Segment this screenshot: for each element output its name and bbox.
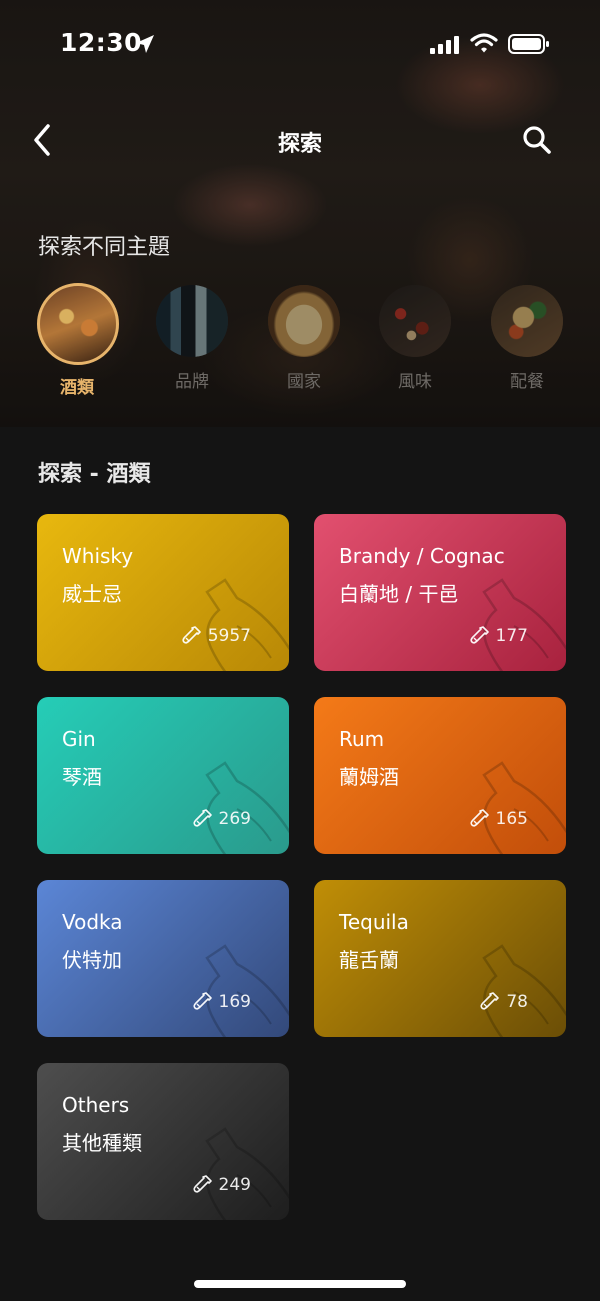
theme-selector: 酒類 品牌 國家 風味 配餐	[0, 283, 600, 405]
bottle-icon	[468, 808, 490, 834]
theme-country[interactable]: 國家	[264, 285, 344, 392]
category-name: Rum	[339, 727, 385, 751]
theme-country-image	[268, 285, 340, 357]
bottle-icon	[180, 625, 202, 651]
bottle-watermark-icon	[197, 757, 289, 854]
category-subname: 琴酒	[62, 765, 102, 789]
location-arrow-icon	[136, 35, 154, 53]
navigation-bar: 探索	[0, 110, 600, 170]
category-card-tequila[interactable]: Tequila 龍舌蘭 78	[314, 880, 566, 1037]
bottle-watermark-icon	[197, 940, 289, 1037]
bottle-watermark-icon	[197, 574, 289, 671]
theme-flavor[interactable]: 風味	[375, 285, 455, 392]
category-card-gin[interactable]: Gin 琴酒 269	[37, 697, 289, 854]
category-card-vodka[interactable]: Vodka 伏特加 169	[37, 880, 289, 1037]
category-name: Whisky	[62, 544, 134, 568]
search-icon[interactable]	[521, 124, 553, 156]
theme-pairing-image	[491, 285, 563, 357]
category-count: 249	[218, 1175, 251, 1195]
theme-label: 酒類	[60, 378, 94, 398]
theme-liquor-image	[37, 283, 119, 365]
theme-label: 風味	[398, 372, 432, 392]
category-count: 78	[506, 992, 528, 1012]
category-name: Brandy / Cognac	[339, 544, 505, 568]
status-time: 12:30	[60, 28, 143, 57]
category-count: 165	[495, 809, 528, 829]
bottle-watermark-icon	[474, 574, 566, 671]
category-name: Gin	[62, 727, 96, 751]
theme-brand-image	[156, 285, 228, 357]
home-indicator	[194, 1280, 406, 1288]
category-name: Others	[62, 1093, 130, 1117]
category-name: Vodka	[62, 910, 123, 934]
bottle-watermark-icon	[474, 940, 566, 1037]
theme-liquor[interactable]: 酒類	[37, 283, 119, 398]
bottle-watermark-icon	[197, 1123, 289, 1220]
category-subname: 蘭姆酒	[339, 765, 399, 789]
bottle-watermark-icon	[474, 757, 566, 854]
category-list-title: 探索 - 酒類	[38, 462, 151, 487]
bottle-icon	[468, 625, 490, 651]
category-card-brandy[interactable]: Brandy / Cognac 白蘭地 / 干邑 177	[314, 514, 566, 671]
hero-background: 12:30 探索 探索不同主題 酒類 品牌 國家 風味 配餐	[0, 0, 600, 427]
category-card-others[interactable]: Others 其他種類 249	[37, 1063, 289, 1220]
theme-pairing[interactable]: 配餐	[487, 285, 567, 392]
theme-brand[interactable]: 品牌	[152, 285, 232, 392]
status-bar: 12:30	[0, 0, 600, 90]
category-count: 177	[495, 626, 528, 646]
wifi-icon	[470, 33, 498, 53]
category-subname: 龍舌蘭	[339, 948, 399, 972]
bottle-icon	[191, 808, 213, 834]
theme-label: 品牌	[175, 372, 209, 392]
category-card-rum[interactable]: Rum 蘭姆酒 165	[314, 697, 566, 854]
category-subname: 伏特加	[62, 948, 122, 972]
theme-label: 國家	[287, 372, 321, 392]
bottle-icon	[191, 991, 213, 1017]
category-subname: 白蘭地 / 干邑	[339, 582, 459, 606]
category-count: 169	[218, 992, 251, 1012]
category-subname: 其他種類	[62, 1131, 142, 1155]
bottle-icon	[191, 1174, 213, 1200]
category-count: 269	[218, 809, 251, 829]
themes-heading: 探索不同主題	[38, 235, 171, 260]
category-subname: 威士忌	[62, 582, 122, 606]
category-name: Tequila	[339, 910, 409, 934]
page-title: 探索	[277, 132, 322, 157]
battery-icon	[508, 34, 549, 54]
category-count: 5957	[207, 626, 251, 646]
cellular-signal-icon	[430, 36, 459, 54]
category-card-whisky[interactable]: Whisky 威士忌 5957	[37, 514, 289, 671]
theme-flavor-image	[379, 285, 451, 357]
bottle-icon	[478, 991, 500, 1017]
theme-label: 配餐	[510, 372, 544, 392]
